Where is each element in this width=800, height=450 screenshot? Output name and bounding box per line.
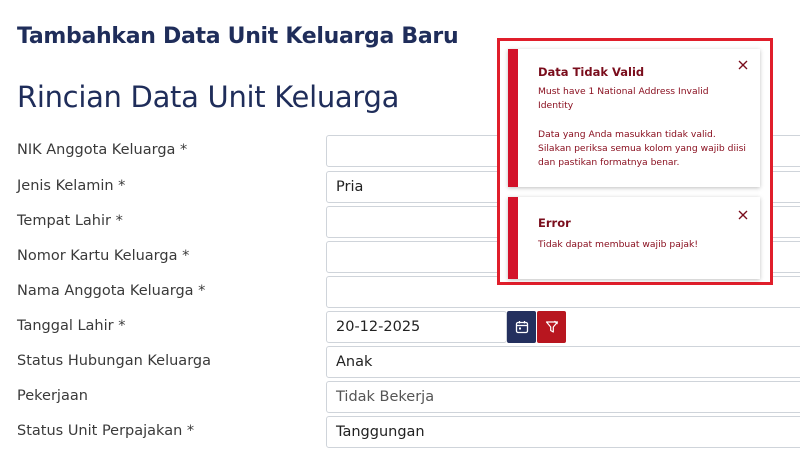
toast-invalid-message-line1: Must have 1 National Address Invalid [538,86,709,97]
jenis-kelamin-label: Jenis Kelamin * [17,178,126,194]
toast-invalid: Data Tidak Valid Must have 1 National Ad… [508,49,760,187]
form-row-status-unit-pajak: Status Unit Perpajakan * Tanggungan [0,416,800,448]
nik-label: NIK Anggota Keluarga * [17,142,188,158]
form-row-tanggal-lahir: Tanggal Lahir * 20-12-2025 [0,311,800,343]
toast-container: Data Tidak Valid Must have 1 National Ad… [497,38,773,285]
toast-invalid-title: Data Tidak Valid [538,65,645,79]
form-row-pekerjaan: Pekerjaan Tidak Bekerja [0,381,800,413]
toast-accent-bar [508,197,518,279]
toast-invalid-detail-line1: Data yang Anda masukkan tidak valid. [538,129,716,140]
toast-invalid-detail: Data yang Anda masukkan tidak valid. Sil… [538,128,750,170]
status-unit-pajak-select[interactable]: Tanggungan [326,416,800,448]
toast-error-message: Tidak dapat membuat wajib pajak! [538,239,699,250]
toast-error-title: Error [538,216,571,230]
nama-label: Nama Anggota Keluarga * [17,283,206,299]
form-row-status-hubungan: Status Hubungan Keluarga Anak [0,346,800,378]
pekerjaan-select[interactable]: Tidak Bekerja [326,381,800,413]
close-icon [738,210,748,220]
tanggal-lahir-label: Tanggal Lahir * [17,318,126,334]
status-unit-pajak-label: Status Unit Perpajakan * [17,423,195,439]
pekerjaan-label: Pekerjaan [17,388,88,404]
toast-invalid-close-button[interactable] [736,58,750,72]
toast-accent-bar [508,49,518,187]
nomor-kk-label: Nomor Kartu Keluarga * [17,248,190,264]
toast-error: Error Tidak dapat membuat wajib pajak! [508,197,760,279]
status-hubungan-select[interactable]: Anak [326,346,800,378]
tempat-lahir-label: Tempat Lahir * [17,213,123,229]
tanggal-lahir-input[interactable]: 20-12-2025 [326,311,507,343]
toast-invalid-detail-line2: Silakan periksa semua kolom yang wajib d… [538,143,746,154]
app-root: Tambahkan Data Unit Keluarga Baru Rincia… [0,0,800,450]
page-heading: Tambahkan Data Unit Keluarga Baru [17,24,459,49]
clear-date-button[interactable] [537,311,566,343]
toast-invalid-message: Must have 1 National Address Invalid Ide… [538,85,750,113]
calendar-icon [515,321,528,334]
section-title: Rincian Data Unit Keluarga [17,80,400,114]
toast-invalid-detail-line3: dan pastikan formatnya benar. [538,157,680,168]
filter-clear-icon [545,320,558,333]
calendar-button[interactable] [507,311,536,343]
toast-error-close-button[interactable] [736,208,750,222]
toast-invalid-message-line2: Identity [538,100,574,111]
close-icon [738,60,748,70]
status-hubungan-label: Status Hubungan Keluarga [17,353,211,369]
